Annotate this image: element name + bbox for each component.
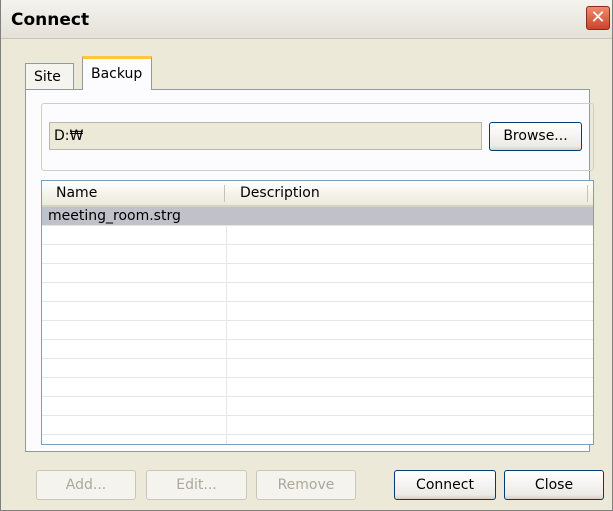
list-header: Name Description xyxy=(42,181,593,207)
remove-button[interactable]: Remove xyxy=(256,470,356,500)
list-item-description xyxy=(226,264,593,282)
list-item-description xyxy=(226,359,593,377)
backup-list[interactable]: Name Description meeting_room.strg xyxy=(41,180,594,445)
title-bar[interactable]: Connect ✕ xyxy=(1,0,612,39)
list-item[interactable] xyxy=(42,302,593,321)
list-item[interactable] xyxy=(42,321,593,340)
column-header-description[interactable]: Description xyxy=(226,181,593,205)
edit-button[interactable]: Edit... xyxy=(146,470,247,500)
close-window-icon[interactable]: ✕ xyxy=(586,6,610,30)
list-item-description xyxy=(226,397,593,415)
list-item[interactable] xyxy=(42,283,593,302)
add-button[interactable]: Add... xyxy=(36,470,136,500)
list-item-name xyxy=(42,264,226,282)
list-item-name xyxy=(42,226,226,244)
list-item-description xyxy=(226,207,593,225)
list-item-description xyxy=(226,378,593,396)
list-item-description xyxy=(226,321,593,339)
list-item[interactable] xyxy=(42,226,593,245)
list-item-description xyxy=(226,245,593,263)
close-button[interactable]: Close xyxy=(504,470,604,500)
list-item[interactable] xyxy=(42,378,593,397)
list-item-description xyxy=(226,416,593,434)
list-item[interactable] xyxy=(42,397,593,416)
window-title: Connect xyxy=(11,10,90,30)
list-item-name xyxy=(42,302,226,320)
connect-dialog: Connect ✕ Site Backup D:₩ Browse... Name… xyxy=(0,0,613,511)
list-item-name xyxy=(42,378,226,396)
list-item[interactable] xyxy=(42,340,593,359)
list-item-name xyxy=(42,283,226,301)
connect-button[interactable]: Connect xyxy=(394,470,496,500)
list-item-name xyxy=(42,397,226,415)
list-item-name xyxy=(42,245,226,263)
list-item-name xyxy=(42,359,226,377)
list-item[interactable] xyxy=(42,359,593,378)
list-item-description xyxy=(226,340,593,358)
list-item-name xyxy=(42,416,226,434)
column-header-name[interactable]: Name xyxy=(42,181,226,205)
list-item[interactable]: meeting_room.strg xyxy=(42,207,593,226)
list-item-description xyxy=(226,226,593,244)
list-item[interactable] xyxy=(42,416,593,435)
browse-button[interactable]: Browse... xyxy=(489,122,582,151)
list-item[interactable] xyxy=(42,245,593,264)
tab-site[interactable]: Site xyxy=(25,63,74,89)
list-rows: meeting_room.strg xyxy=(42,207,593,435)
list-item-name xyxy=(42,340,226,358)
list-item[interactable] xyxy=(42,264,593,283)
tab-backup[interactable]: Backup xyxy=(82,56,152,90)
backup-path-field[interactable]: D:₩ xyxy=(49,122,482,150)
column-divider[interactable] xyxy=(587,185,588,202)
list-item-name: meeting_room.strg xyxy=(48,208,181,224)
list-item-description xyxy=(226,283,593,301)
list-item-name xyxy=(42,321,226,339)
list-item-description xyxy=(226,302,593,320)
column-divider[interactable] xyxy=(224,185,225,202)
